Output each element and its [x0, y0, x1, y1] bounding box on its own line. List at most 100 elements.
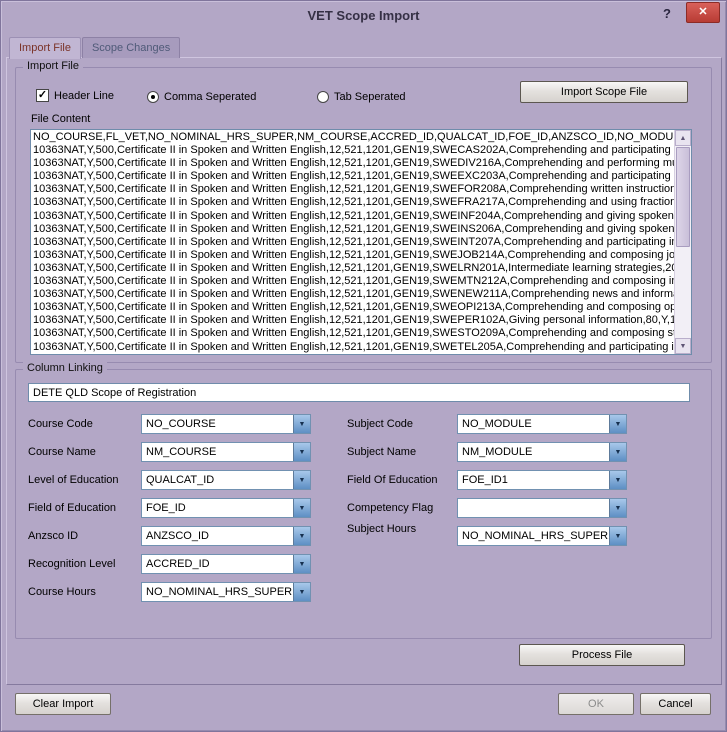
- tab-separated-label: Tab Seperated: [334, 91, 406, 103]
- field-of-education-right-label: Field Of Education: [347, 474, 457, 486]
- file-content-line: 10363NAT,Y,500,Certificate II in Spoken …: [33, 223, 674, 236]
- course-code-combo[interactable]: NO_COURSE▼: [141, 414, 311, 434]
- file-content-line: 10363NAT,Y,500,Certificate II in Spoken …: [33, 288, 674, 301]
- checkbox-check-icon: ✓: [36, 89, 49, 102]
- course-hours-combo[interactable]: NO_NOMINAL_HRS_SUPER▼: [141, 582, 311, 602]
- right-field-column: Subject CodeNO_MODULE▼Subject NameNM_MOD…: [347, 414, 627, 554]
- field-of-education-right-combo[interactable]: FOE_ID1▼: [457, 470, 627, 490]
- comma-separated-label: Comma Seperated: [164, 91, 256, 103]
- chevron-down-icon: ▼: [609, 471, 626, 489]
- course-code-label: Course Code: [28, 418, 141, 430]
- course-hours-row: Course HoursNO_NOMINAL_HRS_SUPER▼: [28, 582, 311, 602]
- file-content-line: 10363NAT,Y,500,Certificate II in Spoken …: [33, 236, 674, 249]
- comma-separated-radio[interactable]: Comma Seperated: [147, 91, 256, 103]
- tabstrip: Import File Scope Changes: [9, 37, 181, 58]
- chevron-down-icon: ▼: [293, 471, 310, 489]
- subject-hours-row: Subject HoursNO_NOMINAL_HRS_SUPER1▼: [347, 526, 627, 546]
- file-content-line: 10363NAT,Y,500,Certificate II in Spoken …: [33, 183, 674, 196]
- course-name-combo[interactable]: NM_COURSE▼: [141, 442, 311, 462]
- file-content-line: 10363NAT,Y,500,Certificate II in Spoken …: [33, 144, 674, 157]
- level-of-education-row: Level of EducationQUALCAT_ID▼: [28, 470, 311, 490]
- anzsco-id-combo[interactable]: ANZSCO_ID▼: [141, 526, 311, 546]
- file-content-textarea[interactable]: NO_COURSE,FL_VET,NO_NOMINAL_HRS_SUPER,NM…: [30, 129, 692, 355]
- anzsco-id-combo-value: ANZSCO_ID: [142, 527, 293, 545]
- competency-flag-label: Competency Flag: [347, 502, 457, 514]
- radio-icon: [147, 91, 159, 103]
- radio-icon: [317, 91, 329, 103]
- field-of-education-combo[interactable]: FOE_ID▼: [141, 498, 311, 518]
- competency-flag-combo[interactable]: ▼: [457, 498, 627, 518]
- course-hours-combo-value: NO_NOMINAL_HRS_SUPER: [142, 583, 293, 601]
- chevron-down-icon: ▼: [293, 527, 310, 545]
- subject-code-label: Subject Code: [347, 418, 457, 430]
- file-content-line: 10363NAT,Y,500,Certificate II in Spoken …: [33, 157, 674, 170]
- course-hours-label: Course Hours: [28, 586, 141, 598]
- column-linking-group: Column Linking Course CodeNO_COURSE▼Cour…: [15, 369, 712, 639]
- subject-name-combo[interactable]: NM_MODULE▼: [457, 442, 627, 462]
- titlebar: VET Scope Import ? ✕: [1, 1, 726, 31]
- subject-code-combo-value: NO_MODULE: [458, 415, 609, 433]
- tab-import-file[interactable]: Import File: [9, 37, 81, 59]
- subject-name-combo-value: NM_MODULE: [458, 443, 609, 461]
- close-button[interactable]: ✕: [686, 2, 720, 23]
- help-button[interactable]: ?: [658, 5, 676, 23]
- course-code-combo-value: NO_COURSE: [142, 415, 293, 433]
- level-of-education-combo-value: QUALCAT_ID: [142, 471, 293, 489]
- import-file-group-label: Import File: [23, 60, 83, 72]
- chevron-down-icon: ▼: [293, 415, 310, 433]
- footer: Clear Import OK Cancel: [1, 693, 726, 719]
- ok-button[interactable]: OK: [558, 693, 634, 715]
- file-content-line: 10363NAT,Y,500,Certificate II in Spoken …: [33, 275, 674, 288]
- anzsco-id-row: Anzsco IDANZSCO_ID▼: [28, 526, 311, 546]
- subject-code-row: Subject CodeNO_MODULE▼: [347, 414, 627, 434]
- file-content-line: 10363NAT,Y,500,Certificate II in Spoken …: [33, 170, 674, 183]
- tab-separated-radio[interactable]: Tab Seperated: [317, 91, 406, 103]
- competency-flag-combo-value: [458, 499, 609, 517]
- course-name-label: Course Name: [28, 446, 141, 458]
- file-content-label: File Content: [31, 113, 90, 125]
- subject-hours-combo-value: NO_NOMINAL_HRS_SUPER1: [458, 527, 609, 545]
- field-of-education-right-combo-value: FOE_ID1: [458, 471, 609, 489]
- cancel-button[interactable]: Cancel: [640, 693, 711, 715]
- subject-name-row: Subject NameNM_MODULE▼: [347, 442, 627, 462]
- course-name-row: Course NameNM_COURSE▼: [28, 442, 311, 462]
- scope-name-input[interactable]: [28, 383, 690, 402]
- recognition-level-combo-value: ACCRED_ID: [142, 555, 293, 573]
- vertical-scrollbar[interactable]: ▲ ▼: [674, 130, 691, 354]
- field-of-education-label: Field of Education: [28, 502, 141, 514]
- subject-hours-combo[interactable]: NO_NOMINAL_HRS_SUPER1▼: [457, 526, 627, 546]
- anzsco-id-label: Anzsco ID: [28, 530, 141, 542]
- scroll-down-arrow-icon[interactable]: ▼: [675, 338, 691, 354]
- course-name-combo-value: NM_COURSE: [142, 443, 293, 461]
- clear-import-button[interactable]: Clear Import: [15, 693, 111, 715]
- subject-code-combo[interactable]: NO_MODULE▼: [457, 414, 627, 434]
- header-line-checkbox[interactable]: ✓ Header Line: [36, 89, 114, 102]
- recognition-level-combo[interactable]: ACCRED_ID▼: [141, 554, 311, 574]
- recognition-level-row: Recognition LevelACCRED_ID▼: [28, 554, 311, 574]
- file-content-line: 10363NAT,Y,500,Certificate II in Spoken …: [33, 249, 674, 262]
- chevron-down-icon: ▼: [293, 555, 310, 573]
- field-of-education-combo-value: FOE_ID: [142, 499, 293, 517]
- chevron-down-icon: ▼: [609, 527, 626, 545]
- file-content-line: 10363NAT,Y,500,Certificate II in Spoken …: [33, 301, 674, 314]
- file-content-line: 10363NAT,Y,500,Certificate II in Spoken …: [33, 262, 674, 275]
- left-field-column: Course CodeNO_COURSE▼Course NameNM_COURS…: [28, 414, 311, 610]
- field-of-education-right-row: Field Of EducationFOE_ID1▼: [347, 470, 627, 490]
- file-content-lines: NO_COURSE,FL_VET,NO_NOMINAL_HRS_SUPER,NM…: [31, 130, 674, 354]
- scrollbar-thumb[interactable]: [676, 147, 690, 247]
- import-scope-file-button[interactable]: Import Scope File: [520, 81, 688, 103]
- chevron-down-icon: ▼: [293, 443, 310, 461]
- scroll-up-arrow-icon[interactable]: ▲: [675, 130, 691, 146]
- chevron-down-icon: ▼: [609, 443, 626, 461]
- field-of-education-row: Field of EducationFOE_ID▼: [28, 498, 311, 518]
- subject-hours-label: Subject Hours: [347, 523, 457, 535]
- process-file-button[interactable]: Process File: [519, 644, 685, 666]
- level-of-education-combo[interactable]: QUALCAT_ID▼: [141, 470, 311, 490]
- competency-flag-row: Competency Flag▼: [347, 498, 627, 518]
- chevron-down-icon: ▼: [293, 499, 310, 517]
- tab-scope-changes[interactable]: Scope Changes: [82, 37, 180, 58]
- level-of-education-label: Level of Education: [28, 474, 141, 486]
- course-code-row: Course CodeNO_COURSE▼: [28, 414, 311, 434]
- scrollbar-track[interactable]: [675, 248, 691, 338]
- file-content-line: 10363NAT,Y,500,Certificate II in Spoken …: [33, 210, 674, 223]
